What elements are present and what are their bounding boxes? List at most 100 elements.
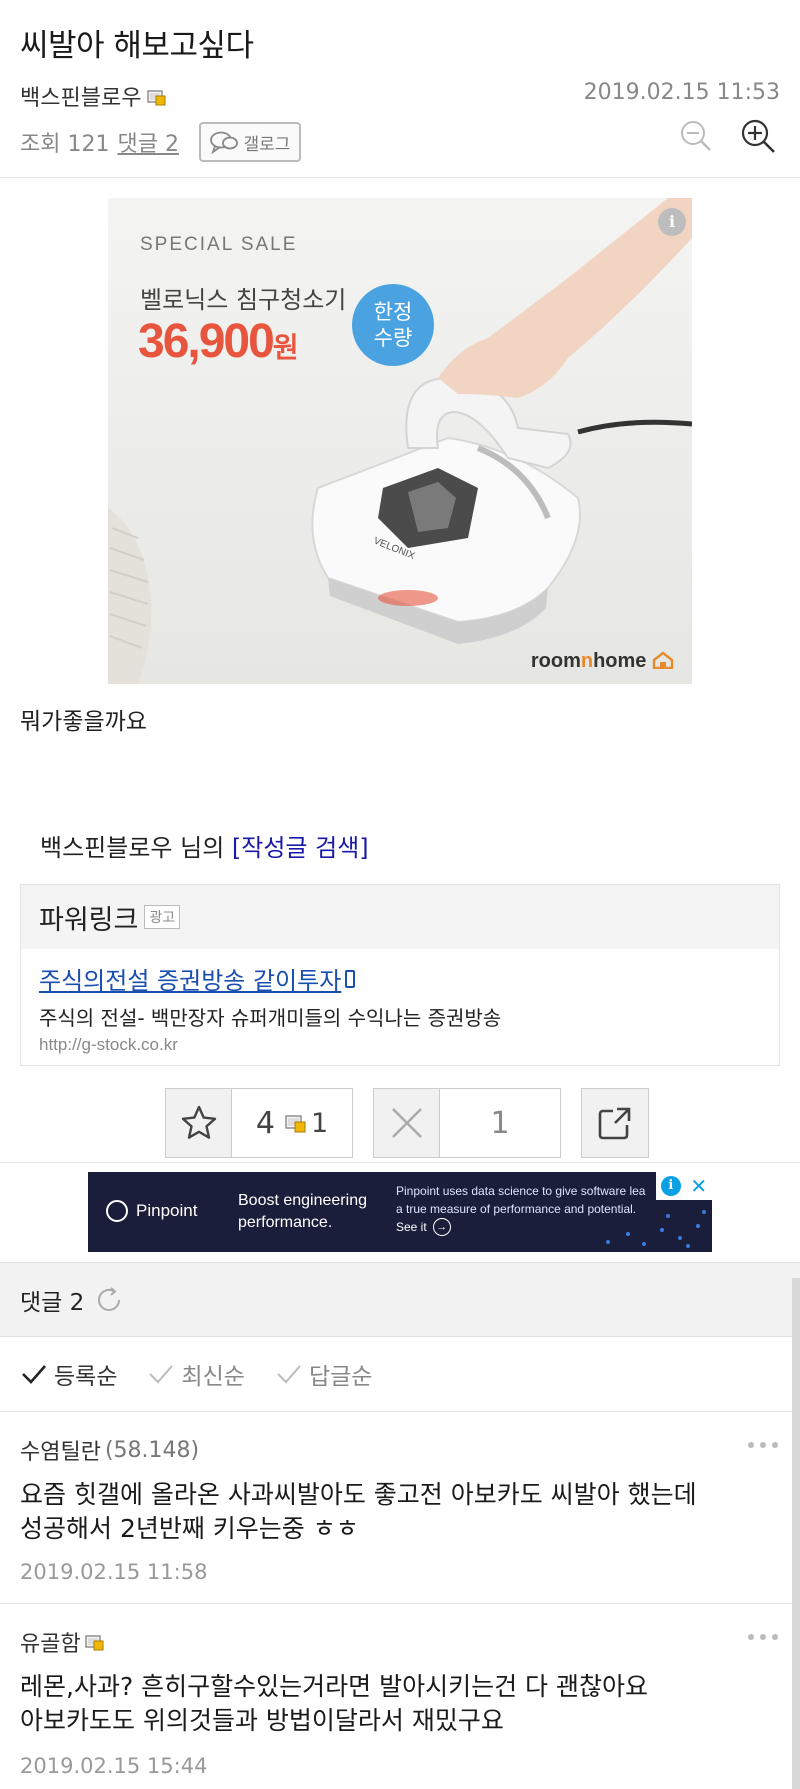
not-recommend-box: 1 [373, 1088, 561, 1158]
comment-text: 요즘 힛갤에 올라온 사과씨발아도 좋고전 아보카도 씨발아 했는데 성공해서 … [20, 1478, 780, 1546]
brand-part-1: room [530, 650, 581, 672]
view-count: 조회 121 [20, 132, 110, 157]
comments-section: 댓글 2 등록순 최신순 답글순 수염틸란 (58.148) 요즘 힛갤에 올라온… [0, 1262, 800, 1789]
powerlink-link-text[interactable]: 주식의전설 증권방송 같이투자 [39, 961, 341, 996]
pinpoint-headline: Boost engineering performance. [238, 1190, 367, 1234]
comment-author-ip: (58.148) [104, 1437, 200, 1463]
see-it-label: See it [396, 1220, 427, 1234]
ad-product-name: 벨로닉스 침구청소기 [140, 286, 347, 314]
author-row: 백스핀블로우 [20, 80, 167, 112]
post-body: 뭐가좋을까요 [20, 709, 147, 735]
sort-by-registered[interactable]: 등록순 [20, 1357, 117, 1391]
not-recommend-button[interactable] [374, 1089, 440, 1157]
ad-close-icon[interactable]: ✕ [690, 1176, 707, 1196]
x-icon [391, 1108, 422, 1138]
adchoices-info-icon[interactable]: i [660, 1176, 681, 1196]
pinpoint-logo: Pinpoint [106, 1200, 197, 1222]
fixed-member-count: 1 [285, 1108, 328, 1139]
member-level-icon [285, 1115, 306, 1133]
powerlink-title: 파워링크 [39, 904, 139, 936]
author-search: 백스핀블로우 님의 [작성글 검색] [40, 828, 369, 863]
zoom-out-icon[interactable] [678, 118, 714, 154]
author-posts-search-link[interactable]: [작성글 검색] [232, 834, 369, 862]
not-recommend-count: 1 [490, 1105, 510, 1141]
pinpoint-ad-banner[interactable]: Pinpoint Boost engineering performance. … [88, 1172, 712, 1252]
pinpoint-headline-1: Boost engineering [238, 1192, 367, 1209]
comment-author-name: 수염틸란 [20, 1440, 101, 1465]
vote-row: 4 1 1 [165, 1088, 649, 1158]
sort-label: 등록순 [54, 1364, 118, 1390]
sort-label: 답글순 [308, 1364, 373, 1390]
comment-sort-options: 등록순 최신순 답글순 [0, 1336, 800, 1412]
pinpoint-desc-1: Pinpoint uses data science to give softw… [396, 1184, 646, 1198]
share-icon [598, 1107, 631, 1140]
badge-line-2: 수량 [373, 326, 413, 350]
comment-date: 2019.02.15 11:58 [20, 1560, 208, 1584]
pinpoint-description: Pinpoint uses data science to give softw… [396, 1182, 646, 1236]
ad-brand-logo: roomnhome [531, 650, 674, 673]
check-icon [277, 1365, 301, 1384]
sort-label: 최신순 [181, 1364, 245, 1390]
comment-item: 유골함 레몬,사과? 흔히구할수있는거라면 발아시키는건 다 괜찮아요 아보카도… [0, 1604, 800, 1789]
check-icon [22, 1365, 46, 1384]
powerlink-url[interactable]: http://g-stock.co.kr [39, 1035, 761, 1055]
comments-header: 댓글 2 [0, 1262, 800, 1336]
comment-author-name: 유골함 [20, 1632, 81, 1657]
post-header: 씨발아 해보고싶다 백스핀블로우 2019.02.15 11:53 조회 121… [0, 0, 800, 178]
comment-text: 레몬,사과? 흔히구할수있는거라면 발아시키는건 다 괜찮아요 아보카도도 위의… [20, 1670, 780, 1738]
ad-special-sale: SPECIAL SALE [140, 234, 298, 255]
post-date: 2019.02.15 11:53 [583, 80, 780, 105]
zoom-in-icon[interactable] [738, 116, 778, 156]
refresh-icon[interactable] [94, 1285, 124, 1315]
ad-price-unit: 원 [272, 332, 299, 363]
ad-choices: i ✕ [656, 1172, 712, 1200]
star-icon [181, 1105, 216, 1139]
post-title: 씨발아 해보고싶다 [20, 28, 254, 64]
comment-text-line: 아보카도도 위의것들과 방법이달라서 재밌구요 [20, 1706, 504, 1735]
ad-price: 36,900원 [138, 314, 299, 369]
ad-info-icon[interactable]: i [658, 208, 686, 236]
more-options-icon[interactable] [748, 1634, 778, 1640]
comment-text-line: 레몬,사과? 흔히구할수있는거라면 발아시키는건 다 괜찮아요 [20, 1672, 649, 1701]
check-icon [149, 1365, 174, 1384]
section-divider [0, 1162, 800, 1163]
gallog-button[interactable]: 갤로그 [198, 122, 301, 162]
ad-price-value: 36,900 [138, 315, 275, 368]
comment-author[interactable]: 유골함 [20, 1626, 105, 1658]
member-level-icon [147, 87, 167, 106]
scrollbar[interactable] [792, 1278, 800, 1789]
recommend-box: 4 1 [165, 1088, 353, 1158]
recommend-counts: 4 1 [232, 1089, 352, 1157]
pinpoint-brand: Pinpoint [136, 1201, 198, 1220]
recommend-button[interactable] [166, 1089, 232, 1157]
vacuum-cleaner-image: VELONIX [108, 198, 692, 684]
pinpoint-logo-icon [106, 1200, 128, 1222]
comment-text-line: 성공해서 2년반째 키우는중 ㅎㅎ [20, 1514, 359, 1543]
sort-by-newest[interactable]: 최신순 [147, 1357, 245, 1391]
author-name[interactable]: 백스핀블로우 [20, 80, 141, 112]
share-button[interactable] [581, 1088, 649, 1158]
comment-item: 수염틸란 (58.148) 요즘 힛갤에 올라온 사과씨발아도 좋고전 아보카도 … [0, 1412, 800, 1604]
limited-quantity-badge: 한정 수량 [352, 284, 434, 366]
arrow-right-icon: → [432, 1218, 451, 1236]
brand-part-3: home [593, 650, 647, 672]
comment-author[interactable]: 수염틸란 (58.148) [20, 1434, 199, 1466]
powerlink-link[interactable]: 주식의전설 증권방송 같이투자 [39, 961, 761, 996]
speech-bubble-icon [210, 131, 239, 154]
fixed-member-count-value: 1 [310, 1107, 329, 1139]
member-level-icon [85, 1635, 104, 1651]
powerlink-header: 파워링크 광고 [21, 885, 779, 949]
comment-text-line: 요즘 힛갤에 올라온 사과씨발아도 좋고전 아보카도 씨발아 했는데 [20, 1480, 697, 1509]
comment-count-link[interactable]: 댓글 2 [117, 126, 178, 158]
recommend-count: 4 [255, 1105, 275, 1141]
pinpoint-see-it[interactable]: See it → [396, 1218, 646, 1236]
pinpoint-headline-2: performance. [238, 1214, 333, 1231]
powerlink-ad: 파워링크 광고 주식의전설 증권방송 같이투자 주식의 전설- 백만장자 슈퍼개… [20, 884, 780, 1066]
comment-date: 2019.02.15 15:44 [20, 1754, 208, 1778]
brand-part-2: n [580, 650, 594, 672]
product-ad-banner[interactable]: VELONIX i SPECIAL SALE 벨로닉스 침구청소기 36,900… [108, 198, 692, 684]
ad-tag: 광고 [144, 905, 181, 929]
more-options-icon[interactable] [748, 1442, 778, 1448]
sort-by-replies[interactable]: 답글순 [275, 1357, 372, 1391]
house-icon [652, 651, 674, 670]
